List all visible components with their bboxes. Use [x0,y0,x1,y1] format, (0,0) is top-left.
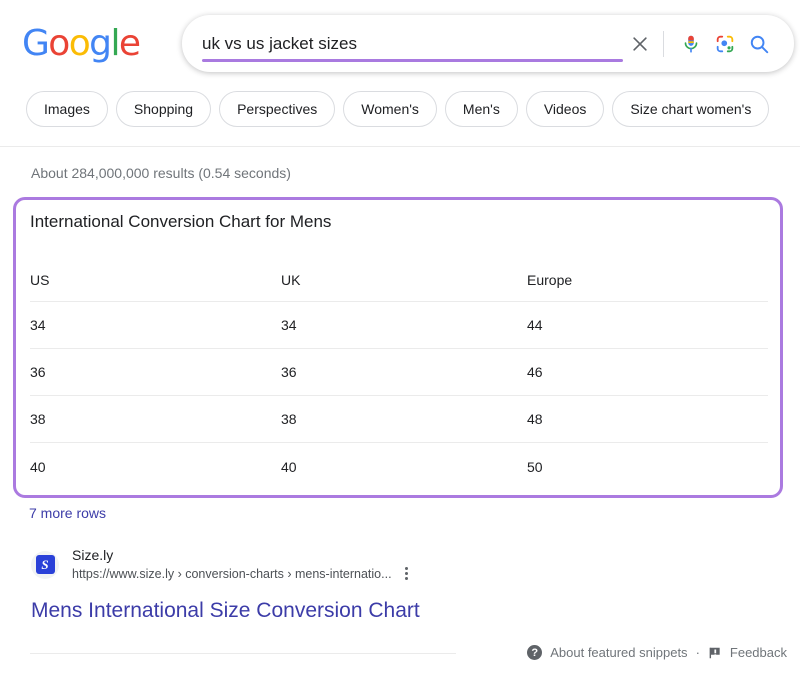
column-header-us: US [30,270,281,290]
snippet-footer: ? About featured snippets · Feedback [527,645,787,660]
feedback-link[interactable]: Feedback [708,645,787,660]
more-options-icon[interactable] [402,564,411,583]
favicon-letter: S [36,555,55,574]
help-question-icon: ? [527,645,542,660]
cell-uk: 38 [281,409,527,429]
google-search-results-page: Google uk vs us jacket sizes [0,0,800,679]
results-count: About 284,000,000 results (0.54 seconds) [31,163,291,183]
search-icon[interactable] [742,27,776,61]
header-divider [0,146,800,147]
logo-letter-g2: g [89,24,110,64]
about-featured-snippets-link[interactable]: ? About featured snippets [527,645,687,660]
result-source: S Size.ly https://www.size.ly › conversi… [31,546,411,583]
cell-us: 36 [30,362,281,382]
table-row: 36 36 46 [30,349,768,396]
cell-europe: 48 [527,409,768,429]
search-box[interactable]: uk vs us jacket sizes [182,15,794,72]
chip-size-chart-womens[interactable]: Size chart women's [612,91,769,127]
column-header-uk: UK [281,270,527,290]
table-row: 38 38 48 [30,396,768,443]
chip-womens[interactable]: Women's [343,91,437,127]
cell-uk: 34 [281,315,527,335]
more-rows-link[interactable]: 7 more rows [29,503,106,523]
logo-letter-g1: G [22,24,48,64]
cell-uk: 36 [281,362,527,382]
search-box-actions [623,27,794,61]
featured-snippet-card: International Conversion Chart for Mens … [13,197,783,498]
chip-mens[interactable]: Men's [445,91,518,127]
feedback-label: Feedback [730,645,787,660]
table-row: 34 34 44 [30,302,768,349]
logo-letter-e: e [119,24,140,64]
cell-uk: 40 [281,457,527,477]
result-url[interactable]: https://www.size.ly › conversion-charts … [72,565,392,583]
cell-europe: 46 [527,362,768,382]
google-lens-icon[interactable] [708,27,742,61]
kebab-dot [405,577,408,580]
result-title-link[interactable]: Mens International Size Conversion Chart [31,597,420,625]
chip-shopping[interactable]: Shopping [116,91,211,127]
chip-images[interactable]: Images [26,91,108,127]
search-box-divider [663,31,664,57]
kebab-dot [405,567,408,570]
source-url-row: https://www.size.ly › conversion-charts … [72,564,411,583]
query-highlight-underline [202,59,623,62]
about-featured-snippets-label: About featured snippets [550,645,687,660]
cell-us: 40 [30,457,281,477]
search-input[interactable]: uk vs us jacket sizes [202,33,357,55]
cell-europe: 50 [527,457,768,477]
cell-us: 34 [30,315,281,335]
footer-separator: · [696,645,700,660]
microphone-icon[interactable] [674,27,708,61]
chip-videos[interactable]: Videos [526,91,605,127]
kebab-dot [405,572,408,575]
table-header-row: US UK Europe [30,258,768,302]
site-favicon-icon: S [31,551,59,579]
column-header-europe: Europe [527,270,768,290]
footer-divider [30,653,456,654]
site-name: Size.ly [72,546,411,564]
logo-letter-o2: o [69,24,89,64]
source-meta: Size.ly https://www.size.ly › conversion… [72,546,411,583]
filter-chips: Images Shopping Perspectives Women's Men… [26,91,769,127]
logo-letter-l: l [110,24,118,64]
close-icon[interactable] [623,27,657,61]
logo-letter-o1: o [48,24,68,64]
conversion-table: US UK Europe 34 34 44 36 36 46 38 38 48 … [30,258,768,490]
chip-perspectives[interactable]: Perspectives [219,91,335,127]
cell-europe: 44 [527,315,768,335]
snippet-title: International Conversion Chart for Mens [30,210,331,234]
feedback-flag-icon [708,646,722,660]
cell-us: 38 [30,409,281,429]
search-input-wrapper[interactable]: uk vs us jacket sizes [202,33,623,55]
table-row: 40 40 50 [30,443,768,490]
google-logo[interactable]: Google [22,24,139,64]
search-header: Google uk vs us jacket sizes [0,0,800,147]
